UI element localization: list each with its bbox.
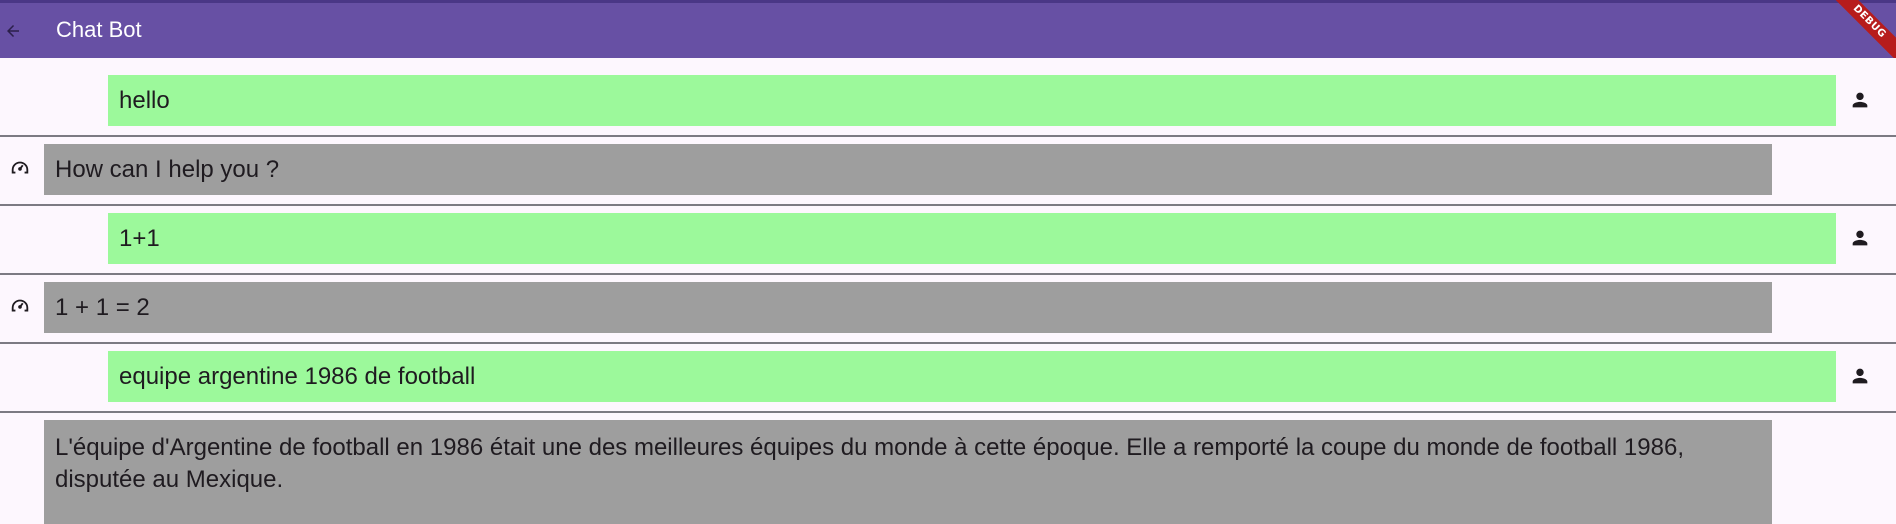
arrow-back-icon: [7, 24, 19, 37]
message-row-user: equipe argentine 1986 de football: [0, 344, 1896, 413]
back-button[interactable]: [0, 3, 26, 58]
person-icon: [1846, 83, 1874, 117]
message-row-user: hello: [0, 58, 1896, 137]
bot-message-bubble: L'équipe d'Argentine de football en 1986…: [44, 420, 1772, 524]
person-icon: [1846, 359, 1874, 393]
user-message-bubble: equipe argentine 1986 de football: [108, 351, 1836, 402]
message-row-bot: How can I help you ?: [0, 137, 1896, 206]
bot-message-bubble: How can I help you ?: [44, 144, 1772, 195]
status-strip: [0, 0, 1896, 3]
message-row-bot: L'équipe d'Argentine de football en 1986…: [0, 413, 1896, 524]
bot-icon: [6, 291, 34, 321]
user-message-bubble: 1+1: [108, 213, 1836, 264]
person-icon: [1846, 221, 1874, 255]
message-row-bot: 1 + 1 = 2: [0, 275, 1896, 344]
page-title: Chat Bot: [56, 17, 142, 42]
app-bar: Chat Bot DEBUG: [0, 0, 1896, 58]
message-row-user: 1+1: [0, 206, 1896, 275]
bot-message-bubble: 1 + 1 = 2: [44, 282, 1772, 333]
user-message-bubble: hello: [108, 75, 1836, 126]
debug-banner: DEBUG: [1817, 0, 1896, 58]
bot-icon: [6, 153, 34, 183]
